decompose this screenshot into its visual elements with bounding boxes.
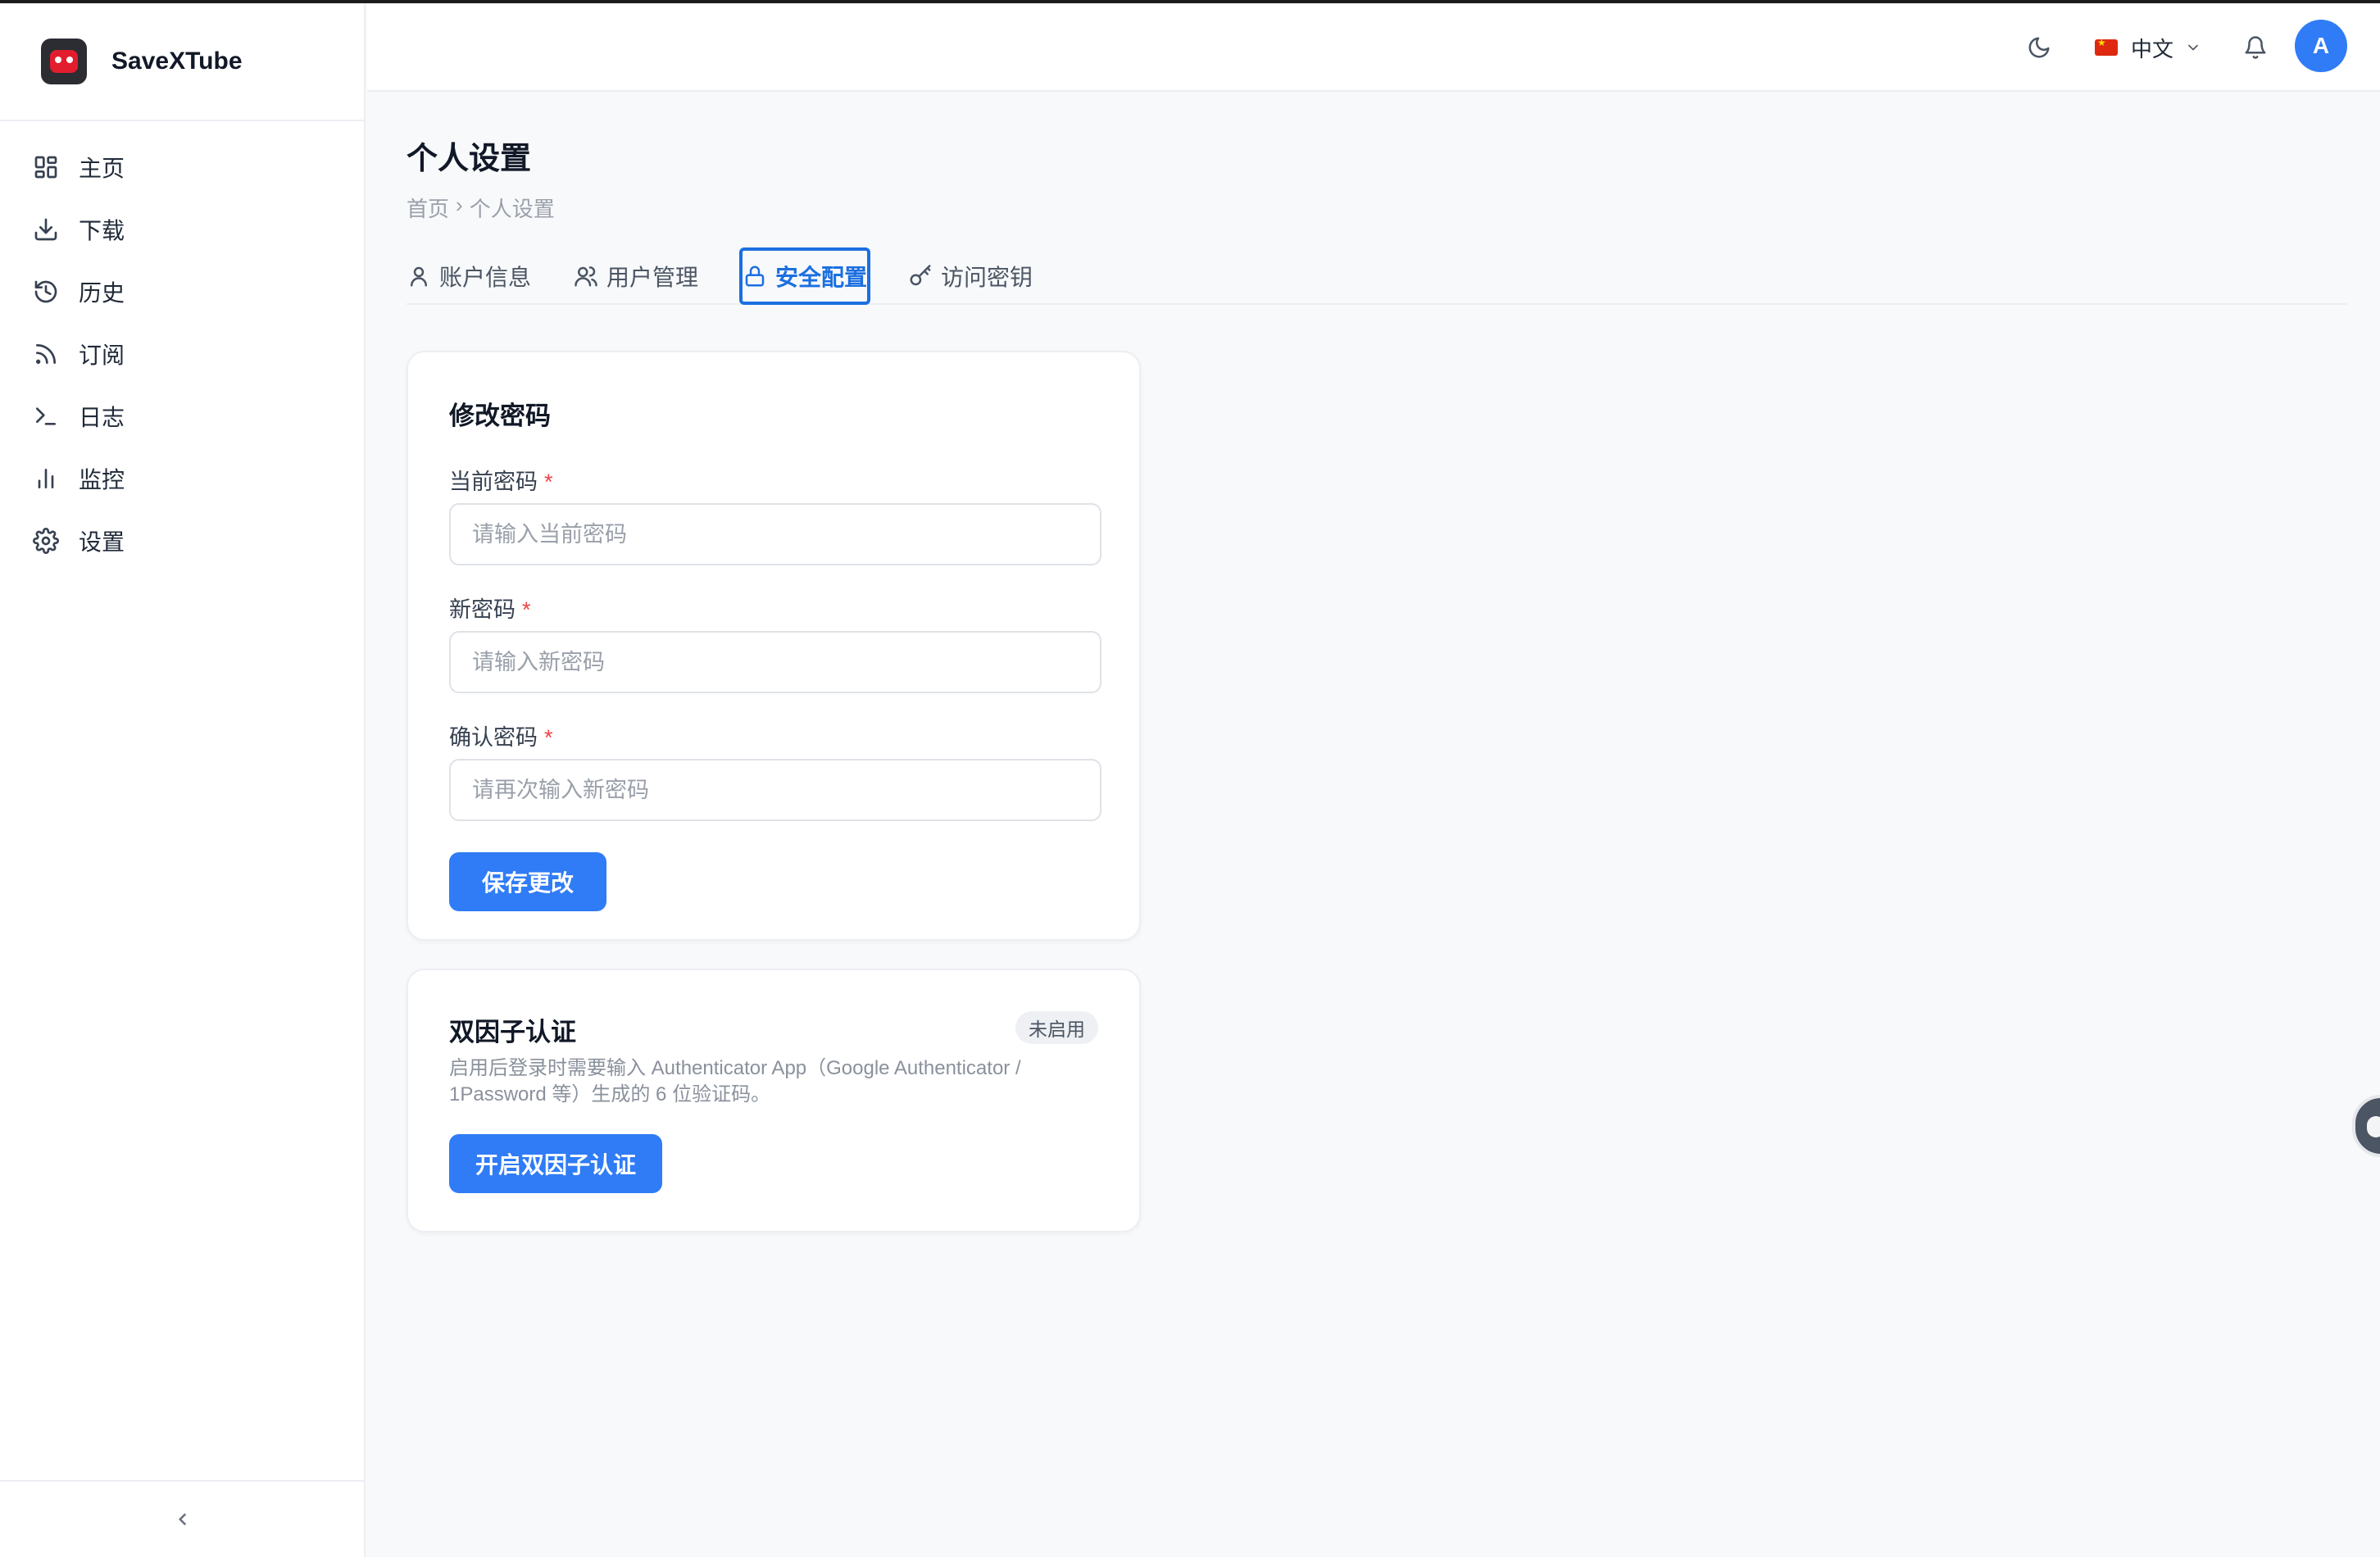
sidebar-item-label: 监控 [79, 467, 125, 493]
terminal-icon [36, 407, 56, 425]
bar-chart-icon [38, 469, 54, 488]
dashboard-icon [34, 156, 57, 179]
sidebar-item-home[interactable]: 主页 [0, 136, 364, 198]
chevron-left-icon [178, 1513, 187, 1526]
breadcrumb: 首页 › 个人设置 [407, 193, 2341, 223]
tab-label: 安全配置 [774, 265, 867, 290]
required-mark: * [544, 470, 553, 494]
sidebar-item-label: 主页 [79, 156, 125, 181]
app-logo [41, 39, 87, 84]
tab-account-info[interactable]: 账户信息 [407, 247, 531, 305]
required-mark: * [544, 725, 553, 750]
enable-2fa-button[interactable]: 开启双因子认证 [449, 1134, 663, 1193]
main-content: 个人设置 首页 › 个人设置 账户信息 用户管理 安全配置 访问密钥 修改密码 … [407, 92, 2347, 1232]
confirm-password-label: 确认密码 * [449, 725, 553, 750]
language-selector[interactable]: 中文 [2095, 30, 2201, 66]
sidebar-item-download[interactable]: 下载 [0, 198, 364, 261]
tab-access-keys[interactable]: 访问密钥 [908, 247, 1033, 305]
users-icon [575, 266, 597, 287]
theme-toggle-button[interactable] [2023, 31, 2055, 64]
two-factor-description: 启用后登录时需要输入 Authenticator App（Google Auth… [449, 1057, 1021, 1105]
floating-assistant-button[interactable] [2352, 1095, 2380, 1157]
lock-icon [745, 266, 765, 287]
tab-user-management[interactable]: 用户管理 [574, 247, 698, 305]
sidebar-item-label: 日志 [79, 405, 125, 430]
gear-icon [33, 528, 59, 554]
brand[interactable]: SaveXTube [0, 3, 364, 121]
breadcrumb-current: 个人设置 [469, 197, 555, 221]
sidebar-item-label: 订阅 [79, 343, 125, 368]
avatar[interactable]: A [2295, 20, 2347, 72]
app-name: SaveXTube [111, 48, 243, 75]
tab-label: 账户信息 [439, 265, 532, 290]
page-title: 个人设置 [407, 142, 532, 176]
download-icon [34, 218, 57, 241]
key-icon [910, 265, 931, 286]
moon-icon [2028, 37, 2050, 58]
bell-icon [2245, 36, 2266, 59]
two-factor-card: 双因子认证 未启用 启用后登录时需要输入 Authenticator App（G… [407, 969, 1141, 1232]
rss-icon [36, 344, 56, 364]
sidebar-item-monitor[interactable]: 监控 [0, 447, 364, 510]
current-password-input[interactable] [449, 503, 1101, 565]
tab-security[interactable]: 安全配置 [739, 247, 870, 305]
sidebar-item-label: 下载 [79, 218, 125, 243]
sidebar-item-subscriptions[interactable]: 订阅 [0, 323, 364, 385]
breadcrumb-separator: › [456, 193, 463, 217]
required-mark: * [522, 597, 531, 622]
tab-label: 访问密钥 [941, 265, 1033, 290]
sidebar-item-label: 历史 [79, 280, 125, 306]
new-password-label: 新密码 * [449, 597, 531, 622]
sidebar-nav: 主页 下载 历史 订阅 日志 监控 设置 [0, 121, 364, 572]
sidebar-item-label: 设置 [79, 529, 125, 555]
sidebar-item-logs[interactable]: 日志 [0, 385, 364, 447]
sidebar: SaveXTube 主页 下载 历史 订阅 日志 监控 设置 [0, 3, 366, 1557]
new-password-input[interactable] [449, 631, 1101, 693]
breadcrumb-home[interactable]: 首页 [407, 193, 449, 223]
card-title: 修改密码 [449, 402, 551, 430]
user-icon [411, 266, 427, 287]
status-badge: 未启用 [1015, 1011, 1098, 1044]
settings-tabs: 账户信息 用户管理 安全配置 访问密钥 [407, 247, 2347, 305]
china-flag-icon [2095, 37, 2118, 56]
change-password-card: 修改密码 当前密码 * 新密码 * 确认密码 * 保存更改 [407, 351, 1141, 941]
current-password-label: 当前密码 * [449, 470, 553, 494]
sidebar-item-history[interactable]: 历史 [0, 261, 364, 323]
sidebar-collapse-button[interactable] [0, 1480, 366, 1557]
top-header: 中文 A [367, 3, 2380, 92]
language-label: 中文 [2131, 36, 2174, 61]
chevron-down-icon [2188, 44, 2198, 51]
tab-label: 用户管理 [606, 265, 699, 290]
notifications-button[interactable] [2239, 31, 2272, 64]
save-button[interactable]: 保存更改 [449, 852, 607, 911]
sidebar-item-settings[interactable]: 设置 [0, 510, 364, 572]
history-icon [34, 280, 57, 303]
card-title: 双因子认证 [449, 1018, 576, 1046]
confirm-password-input[interactable] [449, 759, 1101, 821]
